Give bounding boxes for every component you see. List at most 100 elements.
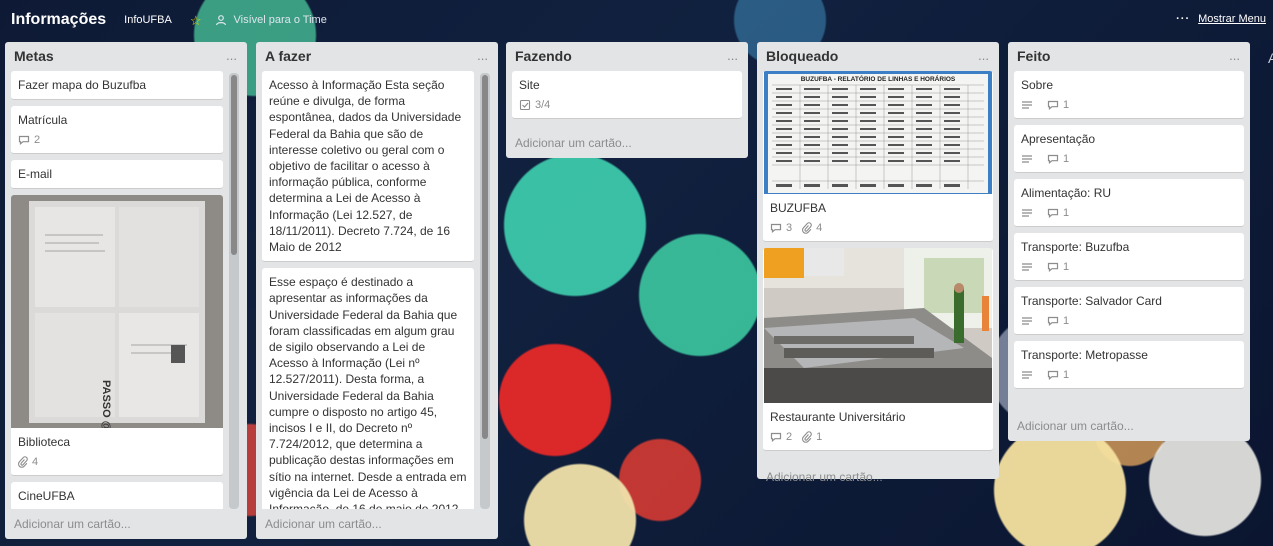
- card-title: Restaurante Universitário: [770, 410, 906, 424]
- scrollbar-track[interactable]: [480, 73, 490, 509]
- card[interactable]: BUZUFBA - RELATÓRIO DE LINHAS E HORÁRIOS: [763, 71, 993, 242]
- description-badge: [1021, 370, 1037, 380]
- list-menu-icon[interactable]: ...: [978, 48, 989, 63]
- paperclip-icon: [18, 456, 28, 468]
- card-list: Sobre 1 Apresentação 1 Alimentação: RU 1…: [1014, 71, 1244, 411]
- list-menu-icon[interactable]: ...: [226, 48, 237, 63]
- comments-badge: 1: [1047, 153, 1069, 165]
- add-card-button[interactable]: Adicionar um cartão...: [1017, 419, 1134, 433]
- list-header: Metas ...: [5, 42, 247, 69]
- list-menu-icon[interactable]: ...: [477, 48, 488, 63]
- comments-count: 3: [786, 222, 793, 234]
- card-cover-image: [764, 248, 992, 403]
- card[interactable]: Acesso à Informação Esta seção reúne e d…: [262, 71, 474, 263]
- comments-count: 1: [1063, 207, 1070, 219]
- list-title[interactable]: A: [1268, 50, 1273, 66]
- card-title: Biblioteca: [18, 435, 71, 449]
- comment-icon: [1047, 370, 1059, 380]
- card[interactable]: Alimentação: RU 1: [1014, 179, 1244, 227]
- card[interactable]: Matrícula 2: [11, 106, 223, 154]
- card[interactable]: Esse espaço é destinado a apresentar as …: [262, 268, 474, 509]
- card-title: Acesso à Informação Esta seção reúne e d…: [269, 78, 462, 255]
- card[interactable]: Restaurante Universitário 2 1: [763, 248, 993, 451]
- card-title: Transporte: Buzufba: [1021, 240, 1130, 254]
- comment-icon: [1047, 100, 1059, 110]
- list-bloqueado: Bloqueado ... BUZUFBA - RELATÓRIO DE LIN…: [757, 42, 999, 484]
- card-badges: 1: [1021, 368, 1237, 382]
- add-card-button[interactable]: Adicionar um cartão...: [265, 517, 382, 531]
- card-title: BUZUFBA: [770, 201, 827, 215]
- cover-image-text: PASSO @ PASSO: [100, 380, 112, 428]
- card[interactable]: Transporte: Metropasse 1: [1014, 341, 1244, 389]
- card-title: Apresentação: [1021, 132, 1096, 146]
- checklist-count: 3/4: [535, 99, 551, 111]
- list-title[interactable]: Fazendo: [515, 48, 572, 64]
- more-dots-icon: ···: [1176, 13, 1191, 25]
- list-title[interactable]: Bloqueado: [766, 48, 838, 64]
- add-card-button[interactable]: Adicionar um cartão...: [766, 470, 883, 484]
- scrollbar-track[interactable]: [229, 73, 239, 509]
- card-badges: 2 1: [770, 430, 986, 444]
- card[interactable]: Sobre 1: [1014, 71, 1244, 119]
- scrollbar-thumb[interactable]: [231, 75, 237, 255]
- card-title: Alimentação: RU: [1021, 186, 1112, 200]
- list-header: Feito ...: [1008, 42, 1250, 69]
- card[interactable]: E-mail: [11, 160, 223, 189]
- card-title: Esse espaço é destinado a apresentar as …: [269, 275, 467, 509]
- comment-icon: [1047, 262, 1059, 272]
- card-badges: 1: [1021, 314, 1237, 328]
- description-icon: [1022, 371, 1032, 379]
- list-header: Bloqueado ...: [757, 42, 999, 69]
- visibility-button[interactable]: Visível para o Time: [215, 14, 327, 26]
- card-badges: 3/4: [519, 98, 735, 112]
- comment-icon: [1047, 316, 1059, 326]
- attachments-count: 1: [816, 431, 823, 443]
- add-card-button[interactable]: Adicionar um cartão...: [515, 136, 632, 150]
- description-badge: [1021, 154, 1037, 164]
- scrollbar-thumb[interactable]: [482, 75, 488, 439]
- list-metas: Metas ... Fazer mapa do Buzufba Matrícul…: [5, 42, 247, 539]
- comments-count: 1: [1063, 99, 1070, 111]
- comments-badge: 1: [1047, 99, 1069, 111]
- comments-count: 1: [1063, 261, 1070, 273]
- card-title: E-mail: [18, 167, 53, 181]
- cover-image-text: BUZUFBA - RELATÓRIO DE LINHAS E HORÁRIOS: [801, 74, 956, 83]
- attachments-badge: 1: [802, 431, 822, 443]
- description-icon: [1022, 263, 1032, 271]
- comment-icon: [18, 135, 30, 145]
- card[interactable]: Fazer mapa do Buzufba: [11, 71, 223, 100]
- card-title: Transporte: Salvador Card: [1021, 294, 1162, 308]
- comments-badge: 1: [1047, 369, 1069, 381]
- add-card-button[interactable]: Adicionar um cartão...: [14, 517, 131, 531]
- show-menu-button[interactable]: ··· Mostrar Menu: [1176, 13, 1266, 25]
- list-a-fazer: A fazer ... Acesso à Informação Esta seç…: [256, 42, 498, 539]
- comment-icon: [1047, 208, 1059, 218]
- board-header: Informações InfoUFBA ☆ Visível para o Ti…: [0, 0, 1273, 40]
- list-title[interactable]: A fazer: [265, 48, 311, 64]
- card-badges: 1: [1021, 260, 1237, 274]
- list-title[interactable]: Metas: [14, 48, 54, 64]
- card[interactable]: Transporte: Buzufba 1: [1014, 233, 1244, 281]
- card-badges: 1: [1021, 98, 1237, 112]
- card[interactable]: Site 3/4: [512, 71, 742, 119]
- comments-badge: 1: [1047, 261, 1069, 273]
- card[interactable]: CineUFBA: [11, 482, 223, 509]
- paperclip-icon: [802, 222, 812, 234]
- card-badges: 1: [1021, 152, 1237, 166]
- org-name-link[interactable]: InfoUFBA: [124, 14, 172, 26]
- list-fazendo: Fazendo ... Site 3/4 Adicionar um cartão…: [506, 42, 748, 158]
- star-icon[interactable]: ☆: [190, 14, 202, 27]
- list-title[interactable]: Feito: [1017, 48, 1050, 64]
- board-title[interactable]: Informações: [11, 11, 106, 29]
- card-title: Site: [519, 78, 540, 92]
- card[interactable]: Apresentação 1: [1014, 125, 1244, 173]
- card-badges: 4: [18, 455, 216, 469]
- card[interactable]: Transporte: Salvador Card 1: [1014, 287, 1244, 335]
- visibility-label: Visível para o Time: [233, 14, 327, 26]
- description-badge: [1021, 262, 1037, 272]
- comments-count: 1: [1063, 153, 1070, 165]
- list-menu-icon[interactable]: ...: [1229, 48, 1240, 63]
- card-badges: 2: [18, 133, 216, 147]
- card[interactable]: PASSO @ PASSO Biblioteca 4: [11, 195, 223, 476]
- list-menu-icon[interactable]: ...: [727, 48, 738, 63]
